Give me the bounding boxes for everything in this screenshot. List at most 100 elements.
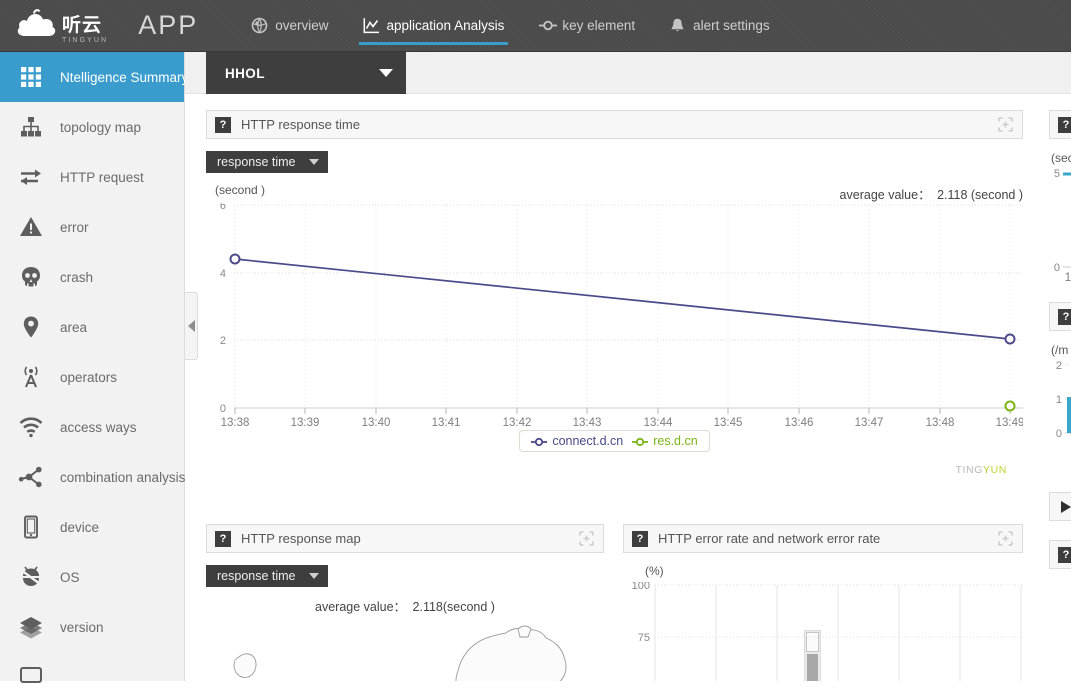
sidebar-item-ntelligence-summary[interactable]: Ntelligence Summary bbox=[0, 52, 188, 102]
svg-text:75: 75 bbox=[638, 632, 650, 644]
brand-logo-sub: TINGYUN bbox=[62, 36, 109, 44]
svg-text:13:45: 13:45 bbox=[714, 417, 743, 428]
sidebar-item-access-ways[interactable]: access ways bbox=[0, 402, 184, 452]
question-icon[interactable]: ? bbox=[632, 530, 648, 547]
panel-header: ? bbox=[1049, 302, 1071, 331]
y-axis-unit-label: (second ) bbox=[215, 183, 266, 197]
svg-text:13:42: 13:42 bbox=[503, 417, 532, 428]
chart-http-error-rate: (%) 100 75 bbox=[623, 564, 1023, 681]
sidebar-item-error[interactable]: error bbox=[0, 202, 184, 252]
panel-http-response-time: ? HTTP response time response time (seco… bbox=[206, 110, 1023, 476]
chevron-down-icon bbox=[308, 573, 319, 579]
brand-logo-cn: 听云 bbox=[62, 13, 103, 36]
panel-header: ? bbox=[1049, 110, 1071, 139]
sidebar-item-label: combination analysis bbox=[60, 469, 186, 485]
skull-icon bbox=[18, 264, 44, 290]
nav-tab-key-element[interactable]: key element bbox=[521, 0, 652, 52]
svg-text:6: 6 bbox=[220, 203, 226, 212]
main-content: HHOL ? HTTP response time response time bbox=[185, 52, 1071, 681]
tablet-icon bbox=[18, 514, 44, 540]
average-value-annotation: average value： 2.118 (second ) bbox=[840, 184, 1023, 203]
warning-icon bbox=[18, 214, 44, 240]
sidebar-item-label: OS bbox=[60, 569, 80, 585]
nav-tab-overview[interactable]: overview bbox=[234, 0, 345, 52]
nav-tab-list: overview application Analysis key elemen… bbox=[234, 0, 786, 52]
sidebar-item-combination-analysis[interactable]: combination analysis bbox=[0, 452, 186, 502]
panel-header: ? bbox=[1049, 540, 1071, 569]
brand-logo-text: 听云 TINGYUN bbox=[62, 13, 109, 45]
sidebar-item-os[interactable]: OS bbox=[0, 552, 184, 602]
chevron-left-icon bbox=[187, 320, 195, 332]
question-icon[interactable]: ? bbox=[215, 116, 231, 133]
map-pin-icon bbox=[18, 314, 44, 340]
metric-selector-response-map[interactable]: response time bbox=[206, 565, 604, 587]
grid-icon bbox=[18, 64, 44, 90]
chart-http-response-time: (second ) average value： 2.118 (second ) bbox=[206, 183, 1023, 433]
sidebar-item-operators[interactable]: operators bbox=[0, 352, 184, 402]
expand-icon[interactable] bbox=[998, 531, 1013, 546]
nav-tab-key-element-label: key element bbox=[562, 18, 636, 33]
sidebar-item-area[interactable]: area bbox=[0, 302, 184, 352]
panel-title: HTTP response time bbox=[241, 117, 360, 132]
legend-item-res[interactable]: res.d.cn bbox=[632, 434, 698, 448]
sidebar-item-version[interactable]: version bbox=[0, 602, 184, 652]
question-icon[interactable]: ? bbox=[1058, 308, 1071, 325]
legend-label: connect.d.cn bbox=[552, 434, 624, 448]
sidebar-item-label: device bbox=[60, 519, 100, 535]
panel-title: HTTP response map bbox=[241, 531, 361, 546]
nav-tab-overview-label: overview bbox=[275, 18, 329, 33]
app-selector-dropdown[interactable]: HHOL bbox=[206, 52, 406, 94]
panel-right-fourth: ? bbox=[1049, 540, 1071, 569]
metric-selector-response-time[interactable]: response time bbox=[206, 151, 1023, 173]
nav-tab-application-analysis-label: application Analysis bbox=[386, 18, 505, 33]
svg-text:5: 5 bbox=[1054, 168, 1060, 180]
svg-text:13:49: 13:49 bbox=[996, 417, 1023, 428]
y-axis-unit-label: (/m bbox=[1051, 343, 1069, 357]
panel-title: HTTP error rate and network error rate bbox=[658, 531, 881, 546]
svg-text:0: 0 bbox=[220, 403, 226, 415]
response-time-plot: 6 4 2 0 13:38 13:39 13:40 13:41 13:42 13… bbox=[220, 203, 1023, 428]
cloud-logo-icon bbox=[14, 4, 58, 48]
wifi-icon bbox=[18, 414, 44, 440]
watermark-part-a: TING bbox=[955, 464, 984, 476]
expand-icon[interactable] bbox=[998, 117, 1013, 132]
y-axis-unit-label: (%) bbox=[645, 564, 664, 578]
sitemap-icon bbox=[18, 114, 44, 140]
svg-text:0: 0 bbox=[1056, 428, 1062, 440]
sidebar-item-device[interactable]: device bbox=[0, 502, 184, 552]
sidebar-item-label: version bbox=[60, 619, 104, 635]
sidebar-item-crash[interactable]: crash bbox=[0, 252, 184, 302]
sidebar-item-label: operators bbox=[60, 369, 118, 385]
watermark-part-b: YUN bbox=[983, 464, 1007, 476]
sidebar-item-http-request[interactable]: HTTP request bbox=[0, 152, 184, 202]
exchange-icon bbox=[18, 164, 44, 190]
chart-legend: connect.d.cn res.d.cn bbox=[206, 430, 1023, 452]
panel-header[interactable] bbox=[1049, 492, 1071, 521]
expand-arrow-icon[interactable] bbox=[1058, 499, 1071, 515]
sidebar: Ntelligence Summary topology map HTTP re… bbox=[0, 52, 188, 683]
map-average-annotation: average value： 2.118(second ) bbox=[206, 596, 604, 615]
brand-logo[interactable]: 听云 TINGYUN bbox=[14, 4, 108, 48]
nav-tab-alert-settings[interactable]: alert settings bbox=[652, 0, 787, 52]
sidebar-collapse-handle[interactable] bbox=[185, 292, 198, 360]
svg-text:0: 0 bbox=[1054, 262, 1060, 274]
nav-tab-application-analysis[interactable]: application Analysis bbox=[346, 0, 522, 52]
expand-icon[interactable] bbox=[579, 531, 594, 546]
sidebar-item-partial[interactable] bbox=[18, 664, 44, 690]
panel-right-seconds: ? (sec 5 0 13:3 bbox=[1049, 110, 1071, 290]
svg-text:13:48: 13:48 bbox=[926, 417, 955, 428]
sidebar-item-label: access ways bbox=[60, 419, 137, 435]
china-map[interactable] bbox=[206, 615, 604, 681]
right-column-panels: ? (sec 5 0 13:3 ? (/m bbox=[1045, 94, 1071, 681]
metric-selector-label: response time bbox=[217, 155, 296, 169]
sidebar-item-label: error bbox=[60, 219, 89, 235]
average-value: 2.118(second ) bbox=[412, 600, 495, 614]
sidebar-item-topology-map[interactable]: topology map bbox=[0, 102, 184, 152]
sidebar-item-label: Ntelligence Summary bbox=[60, 69, 189, 85]
question-icon[interactable]: ? bbox=[1058, 116, 1071, 133]
legend-item-connect[interactable]: connect.d.cn bbox=[531, 434, 623, 448]
question-icon[interactable]: ? bbox=[215, 530, 231, 547]
legend-marker-icon bbox=[632, 436, 649, 447]
question-icon[interactable]: ? bbox=[1058, 546, 1071, 563]
panel-header: ? HTTP response time bbox=[206, 110, 1023, 139]
